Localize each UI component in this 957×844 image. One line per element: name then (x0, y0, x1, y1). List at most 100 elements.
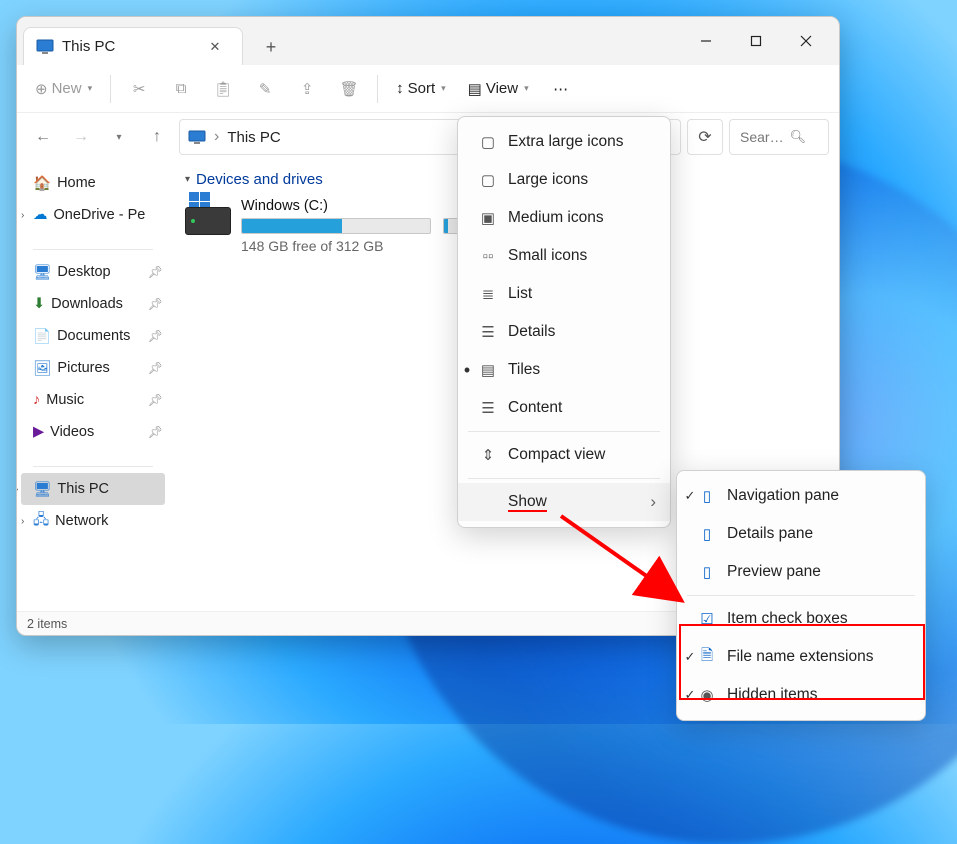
menu-content[interactable]: ☰ Content (458, 389, 670, 427)
new-tab-button[interactable]: + (253, 29, 289, 65)
menu-extra-large-icons[interactable]: ▢ Extra large icons (458, 123, 670, 161)
small-icons-icon: ▫▫ (476, 248, 500, 265)
sidebar-item-onedrive[interactable]: › ☁ OneDrive - Pe (17, 199, 169, 231)
drive-icon (185, 198, 231, 244)
paste-button[interactable]: 📋︎ (205, 71, 241, 107)
up-button[interactable]: ↑ (141, 121, 173, 153)
menu-small-icons[interactable]: ▫▫ Small icons (458, 237, 670, 275)
refresh-button[interactable]: ⟳ (687, 119, 723, 155)
sort-menu-button[interactable]: ↕ Sort ▾ (388, 71, 454, 107)
list-icon: ≣ (476, 285, 500, 303)
ellipsis-icon: ⋯ (553, 80, 568, 98)
compact-icon: ⇕ (476, 446, 500, 464)
menu-label: List (508, 285, 532, 303)
menu-label: Large icons (508, 171, 588, 189)
selected-bullet-icon: • (460, 360, 474, 381)
breadcrumb-label[interactable]: This PC (227, 129, 280, 146)
tabbar: This PC ✕ + (17, 17, 839, 65)
expand-caret-icon[interactable]: › (21, 516, 24, 527)
delete-button[interactable]: 🗑︎ (331, 71, 367, 107)
view-menu-button[interactable]: ▤ View ▾ (460, 71, 537, 107)
menu-file-name-extensions[interactable]: ✓ 🗎 File name extensions (677, 638, 925, 676)
sidebar-item-label: Desktop (57, 264, 110, 280)
menu-label: Small icons (508, 247, 587, 265)
menu-details-pane[interactable]: ▯ Details pane (677, 515, 925, 553)
minimize-button[interactable] (681, 25, 731, 57)
section-title: Devices and drives (196, 171, 323, 188)
rename-button[interactable]: ✎ (247, 71, 283, 107)
share-icon: ⇪ (301, 80, 314, 98)
sidebar-item-label: Music (46, 392, 84, 408)
sidebar-item-pictures[interactable]: 🖼︎ Pictures 📌︎ (17, 352, 169, 384)
menu-label: Show (508, 493, 547, 511)
search-input[interactable]: Sear… 🔍︎ (729, 119, 829, 155)
menu-navigation-pane[interactable]: ✓ ▯ Navigation pane (677, 477, 925, 515)
sort-label: Sort (408, 80, 436, 97)
separator (377, 75, 378, 103)
expand-caret-icon[interactable]: › (21, 210, 24, 221)
menu-label: Compact view (508, 446, 605, 464)
sidebar-item-network[interactable]: › 🖧 Network (17, 505, 169, 537)
tab-close-button[interactable]: ✕ (204, 36, 226, 58)
new-menu-button[interactable]: ⊕ New ▾ (27, 71, 100, 107)
menu-list[interactable]: ≣ List (458, 275, 670, 313)
pictures-icon: 🖼︎ (33, 360, 51, 377)
sidebar-item-label: This PC (57, 481, 109, 497)
breadcrumb-sep: › (214, 128, 219, 146)
extra-large-icons-icon: ▢ (476, 133, 500, 151)
sidebar-item-label: Network (55, 513, 108, 529)
menu-label: Hidden items (727, 686, 817, 704)
maximize-button[interactable] (731, 25, 781, 57)
rename-icon: ✎ (259, 80, 272, 98)
sidebar-item-documents[interactable]: 📄 Documents 📌︎ (17, 320, 169, 352)
sidebar-item-videos[interactable]: ▶ Videos 📌︎ (17, 416, 169, 448)
more-button[interactable]: ⋯ (543, 71, 579, 107)
copy-button[interactable]: ⧉ (163, 71, 199, 107)
pc-icon (36, 39, 54, 55)
sidebar-item-label: Downloads (51, 296, 123, 312)
pin-icon: 📌︎ (148, 361, 163, 375)
pin-icon: 📌︎ (148, 265, 163, 279)
menu-show[interactable]: Show (458, 483, 670, 521)
menu-preview-pane[interactable]: ▯ Preview pane (677, 553, 925, 591)
menu-tiles[interactable]: • ▤ Tiles (458, 351, 670, 389)
menu-hidden-items[interactable]: ✓ ◉ Hidden items (677, 676, 925, 714)
forward-button[interactable]: → (65, 121, 97, 153)
preview-pane-icon: ▯ (695, 563, 719, 581)
tab-this-pc[interactable]: This PC ✕ (23, 27, 243, 65)
sidebar: 🏠 Home › ☁ OneDrive - Pe 🖥︎ Desktop 📌︎ ⬇… (17, 161, 169, 611)
menu-details[interactable]: ☰ Details (458, 313, 670, 351)
documents-icon: 📄 (33, 328, 51, 345)
pin-icon: 📌︎ (148, 329, 163, 343)
eye-icon: ◉ (695, 686, 719, 704)
sidebar-item-music[interactable]: ♪ Music 📌︎ (17, 384, 169, 416)
drive-free-text: 148 GB free of 312 GB (241, 238, 431, 254)
expand-caret-icon[interactable]: › (17, 484, 18, 495)
sidebar-item-home[interactable]: 🏠 Home (17, 167, 169, 199)
menu-compact-view[interactable]: ⇕ Compact view (458, 436, 670, 474)
chevron-down-icon: ▾ (524, 83, 529, 94)
back-button[interactable]: ← (27, 121, 59, 153)
menu-separator (468, 478, 660, 479)
clipboard-icon: 📋︎ (214, 80, 233, 98)
sidebar-item-desktop[interactable]: 🖥︎ Desktop 📌︎ (17, 256, 169, 288)
sidebar-item-downloads[interactable]: ⬇ Downloads 📌︎ (17, 288, 169, 320)
drive-c[interactable]: Windows (C:) 148 GB free of 312 GB (185, 198, 431, 254)
menu-label: Item check boxes (727, 610, 848, 628)
share-button[interactable]: ⇪ (289, 71, 325, 107)
hdd-icon (185, 207, 231, 235)
large-icons-icon: ▢ (476, 171, 500, 189)
recent-button[interactable]: ▾ (103, 121, 135, 153)
close-button[interactable] (781, 25, 831, 57)
music-icon: ♪ (33, 392, 40, 408)
show-submenu: ✓ ▯ Navigation pane ▯ Details pane ▯ Pre… (676, 470, 926, 721)
pin-icon: 📌︎ (148, 425, 163, 439)
drive-name: Windows (C:) (241, 198, 431, 214)
menu-large-icons[interactable]: ▢ Large icons (458, 161, 670, 199)
content-icon: ☰ (476, 399, 500, 417)
sidebar-item-this-pc[interactable]: › 🖥︎ This PC (21, 473, 165, 505)
cut-button[interactable]: ✂ (121, 71, 157, 107)
plus-circle-icon: ⊕ (35, 80, 48, 98)
menu-item-check-boxes[interactable]: ☑ Item check boxes (677, 600, 925, 638)
menu-medium-icons[interactable]: ▣ Medium icons (458, 199, 670, 237)
